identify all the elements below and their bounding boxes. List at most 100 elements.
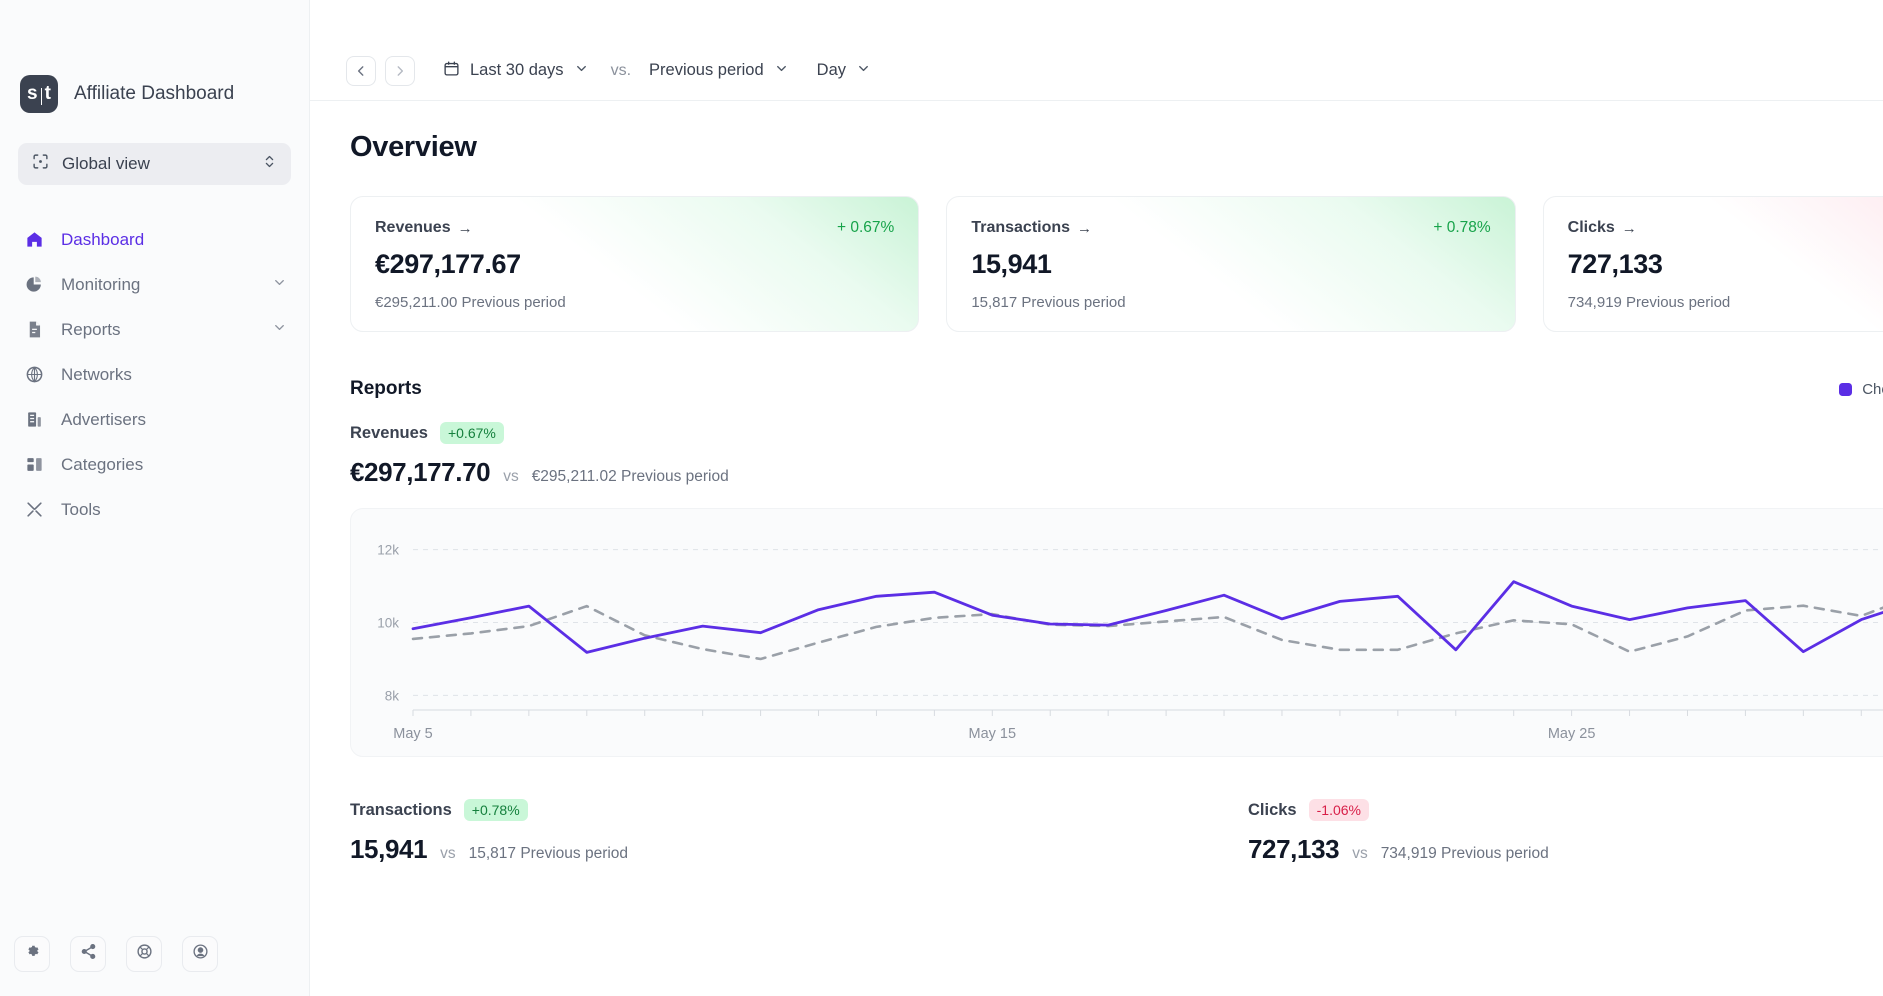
- sidebar-item-label: Tools: [61, 499, 101, 519]
- building-icon: [24, 410, 44, 430]
- previous-period-button[interactable]: [346, 55, 376, 86]
- report-name: Revenues: [350, 423, 428, 442]
- legend-swatch: [1839, 382, 1853, 396]
- share-icon: [80, 943, 97, 965]
- svg-text:May 25: May 25: [1548, 726, 1596, 742]
- sidebar-item-label: Reports: [61, 319, 121, 339]
- account-icon: [192, 943, 209, 965]
- report-block-revenues: Revenues +0.67% €297,177.70 vs €295,211.…: [350, 422, 1883, 757]
- vs-label: vs.: [610, 61, 632, 79]
- granularity-selector[interactable]: Day: [817, 61, 871, 81]
- sidebar-item-reports[interactable]: Reports: [0, 307, 309, 352]
- account-button[interactable]: [182, 936, 218, 972]
- legend-item-chosen: Chosen period: [1839, 381, 1883, 398]
- sidebar-item-tools[interactable]: Tools: [0, 487, 309, 532]
- logo-divider: [40, 87, 42, 105]
- chevron-down-icon: [774, 61, 789, 81]
- report-previous: 15,817 Previous period: [468, 845, 629, 862]
- report-block-clicks: Clicks -1.06% 727,133 vs 734,919 Previou…: [1248, 799, 1883, 865]
- report-previous: 734,919 Previous period: [1380, 845, 1549, 862]
- chevron-down-icon[interactable]: [272, 275, 287, 295]
- global-view-label: Global view: [62, 154, 150, 173]
- report-label-row: Transactions +0.78%: [350, 799, 1214, 821]
- sidebar-item-categories[interactable]: Categories: [0, 442, 309, 487]
- report-block-transactions: Transactions +0.78% 15,941 vs 15,817 Pre…: [350, 799, 1214, 865]
- compare-range-selector[interactable]: Previous period: [649, 61, 789, 81]
- sidebar: s t Affiliate Dashboard Global view Dash…: [0, 0, 310, 996]
- arrow-right-icon: →: [457, 219, 473, 237]
- calendar-icon: [443, 60, 460, 82]
- reports-header: Reports Chosen period Previous period: [350, 378, 1883, 400]
- sidebar-item-dashboard[interactable]: Dashboard: [0, 217, 309, 262]
- brand: s t Affiliate Dashboard: [0, 0, 309, 113]
- report-delta-badge: +0.78%: [463, 799, 528, 821]
- global-view-selector[interactable]: Global view: [18, 143, 291, 185]
- app-root: s t Affiliate Dashboard Global view Dash…: [0, 0, 1883, 996]
- sidebar-nav: Dashboard Monitoring Reports Networks Ad…: [0, 217, 309, 532]
- sidebar-item-networks[interactable]: Networks: [0, 352, 309, 397]
- report-label-row: Clicks -1.06%: [1248, 799, 1883, 821]
- share-button[interactable]: [70, 936, 106, 972]
- kpi-name: Revenues: [375, 219, 451, 236]
- sidebar-item-monitoring[interactable]: Monitoring: [0, 262, 309, 307]
- chart-legend: Chosen period Previous period: [1839, 381, 1883, 398]
- layout-icon: [24, 455, 44, 475]
- sidebar-item-advertisers[interactable]: Advertisers: [0, 397, 309, 442]
- kpi-card-clicks[interactable]: Clicks → -1.06% 727,133 734,919 Previous…: [1542, 196, 1883, 332]
- report-value-row: 727,133 vs 734,919 Previous period: [1248, 834, 1883, 865]
- document-icon: [24, 320, 44, 340]
- kpi-header: Revenues → + 0.67%: [375, 219, 894, 237]
- report-value: 15,941: [350, 834, 428, 864]
- date-range-label: Last 30 days: [470, 61, 564, 79]
- settings-button[interactable]: [14, 936, 50, 972]
- kpi-previous: 734,919 Previous period: [1567, 294, 1731, 311]
- kpi-value: 15,941: [971, 249, 1052, 279]
- report-name: Clicks: [1248, 800, 1297, 819]
- legend-label: Chosen period: [1862, 380, 1883, 398]
- kpi-card-revenues[interactable]: Revenues → + 0.67% €297,177.67 €295,211.…: [350, 196, 920, 332]
- compare-range-label: Previous period: [649, 61, 764, 79]
- sidebar-item-label: Dashboard: [61, 229, 145, 249]
- brand-title: Affiliate Dashboard: [74, 83, 235, 104]
- sidebar-item-label: Monitoring: [61, 274, 141, 294]
- kpi-value: €297,177.67: [375, 249, 521, 279]
- next-period-button[interactable]: [385, 55, 415, 86]
- kpi-header: Clicks → -1.06%: [1568, 219, 1883, 237]
- report-vs: vs: [1352, 845, 1368, 862]
- svg-text:10k: 10k: [377, 616, 399, 631]
- main-area: Last 30 days vs. Previous period Day Ove…: [310, 0, 1883, 996]
- help-icon: [136, 943, 153, 965]
- globe-icon: [24, 365, 44, 385]
- page-title: Overview: [350, 131, 477, 163]
- kpi-card-transactions[interactable]: Transactions → + 0.78% 15,941 15,817 Pre…: [946, 196, 1516, 332]
- home-icon: [24, 230, 44, 250]
- settings-icon: [24, 943, 41, 965]
- chevron-down-icon: [574, 61, 589, 81]
- svg-text:12k: 12k: [377, 543, 399, 558]
- revenues-line-chart[interactable]: 8k 10k 12k May 5 May 15 May 25: [350, 508, 1883, 757]
- report-value: 727,133: [1248, 834, 1340, 864]
- report-name: Transactions: [350, 800, 452, 819]
- sidebar-footer: [14, 936, 218, 972]
- page-content: Overview Revenues → + 0.67% €297,177.67 …: [310, 101, 1883, 996]
- bottom-report-row: Transactions +0.78% 15,941 vs 15,817 Pre…: [350, 799, 1883, 865]
- sidebar-item-label: Networks: [61, 364, 132, 384]
- svg-text:8k: 8k: [385, 688, 400, 703]
- report-value-row: 15,941 vs 15,817 Previous period: [350, 834, 1214, 865]
- report-value-row: €297,177.70 vs €295,211.02 Previous peri…: [350, 457, 1883, 488]
- report-value: €297,177.70: [350, 457, 491, 487]
- granularity-label: Day: [816, 61, 847, 79]
- help-button[interactable]: [126, 936, 162, 972]
- kpi-previous: €295,211.00 Previous period: [375, 294, 566, 311]
- kpi-name: Clicks: [1567, 219, 1615, 236]
- pie-chart-icon: [24, 275, 44, 295]
- kpi-header: Transactions → + 0.78%: [971, 219, 1490, 237]
- arrow-right-icon: →: [1077, 219, 1093, 237]
- date-range-selector[interactable]: Last 30 days: [443, 60, 589, 82]
- sidebar-item-label: Advertisers: [61, 409, 147, 429]
- report-vs: vs: [440, 845, 456, 862]
- toolbar: Last 30 days vs. Previous period Day: [310, 41, 1883, 101]
- svg-text:May 15: May 15: [969, 726, 1017, 742]
- chevron-down-icon[interactable]: [272, 320, 287, 340]
- logo-right-letter: t: [44, 83, 51, 104]
